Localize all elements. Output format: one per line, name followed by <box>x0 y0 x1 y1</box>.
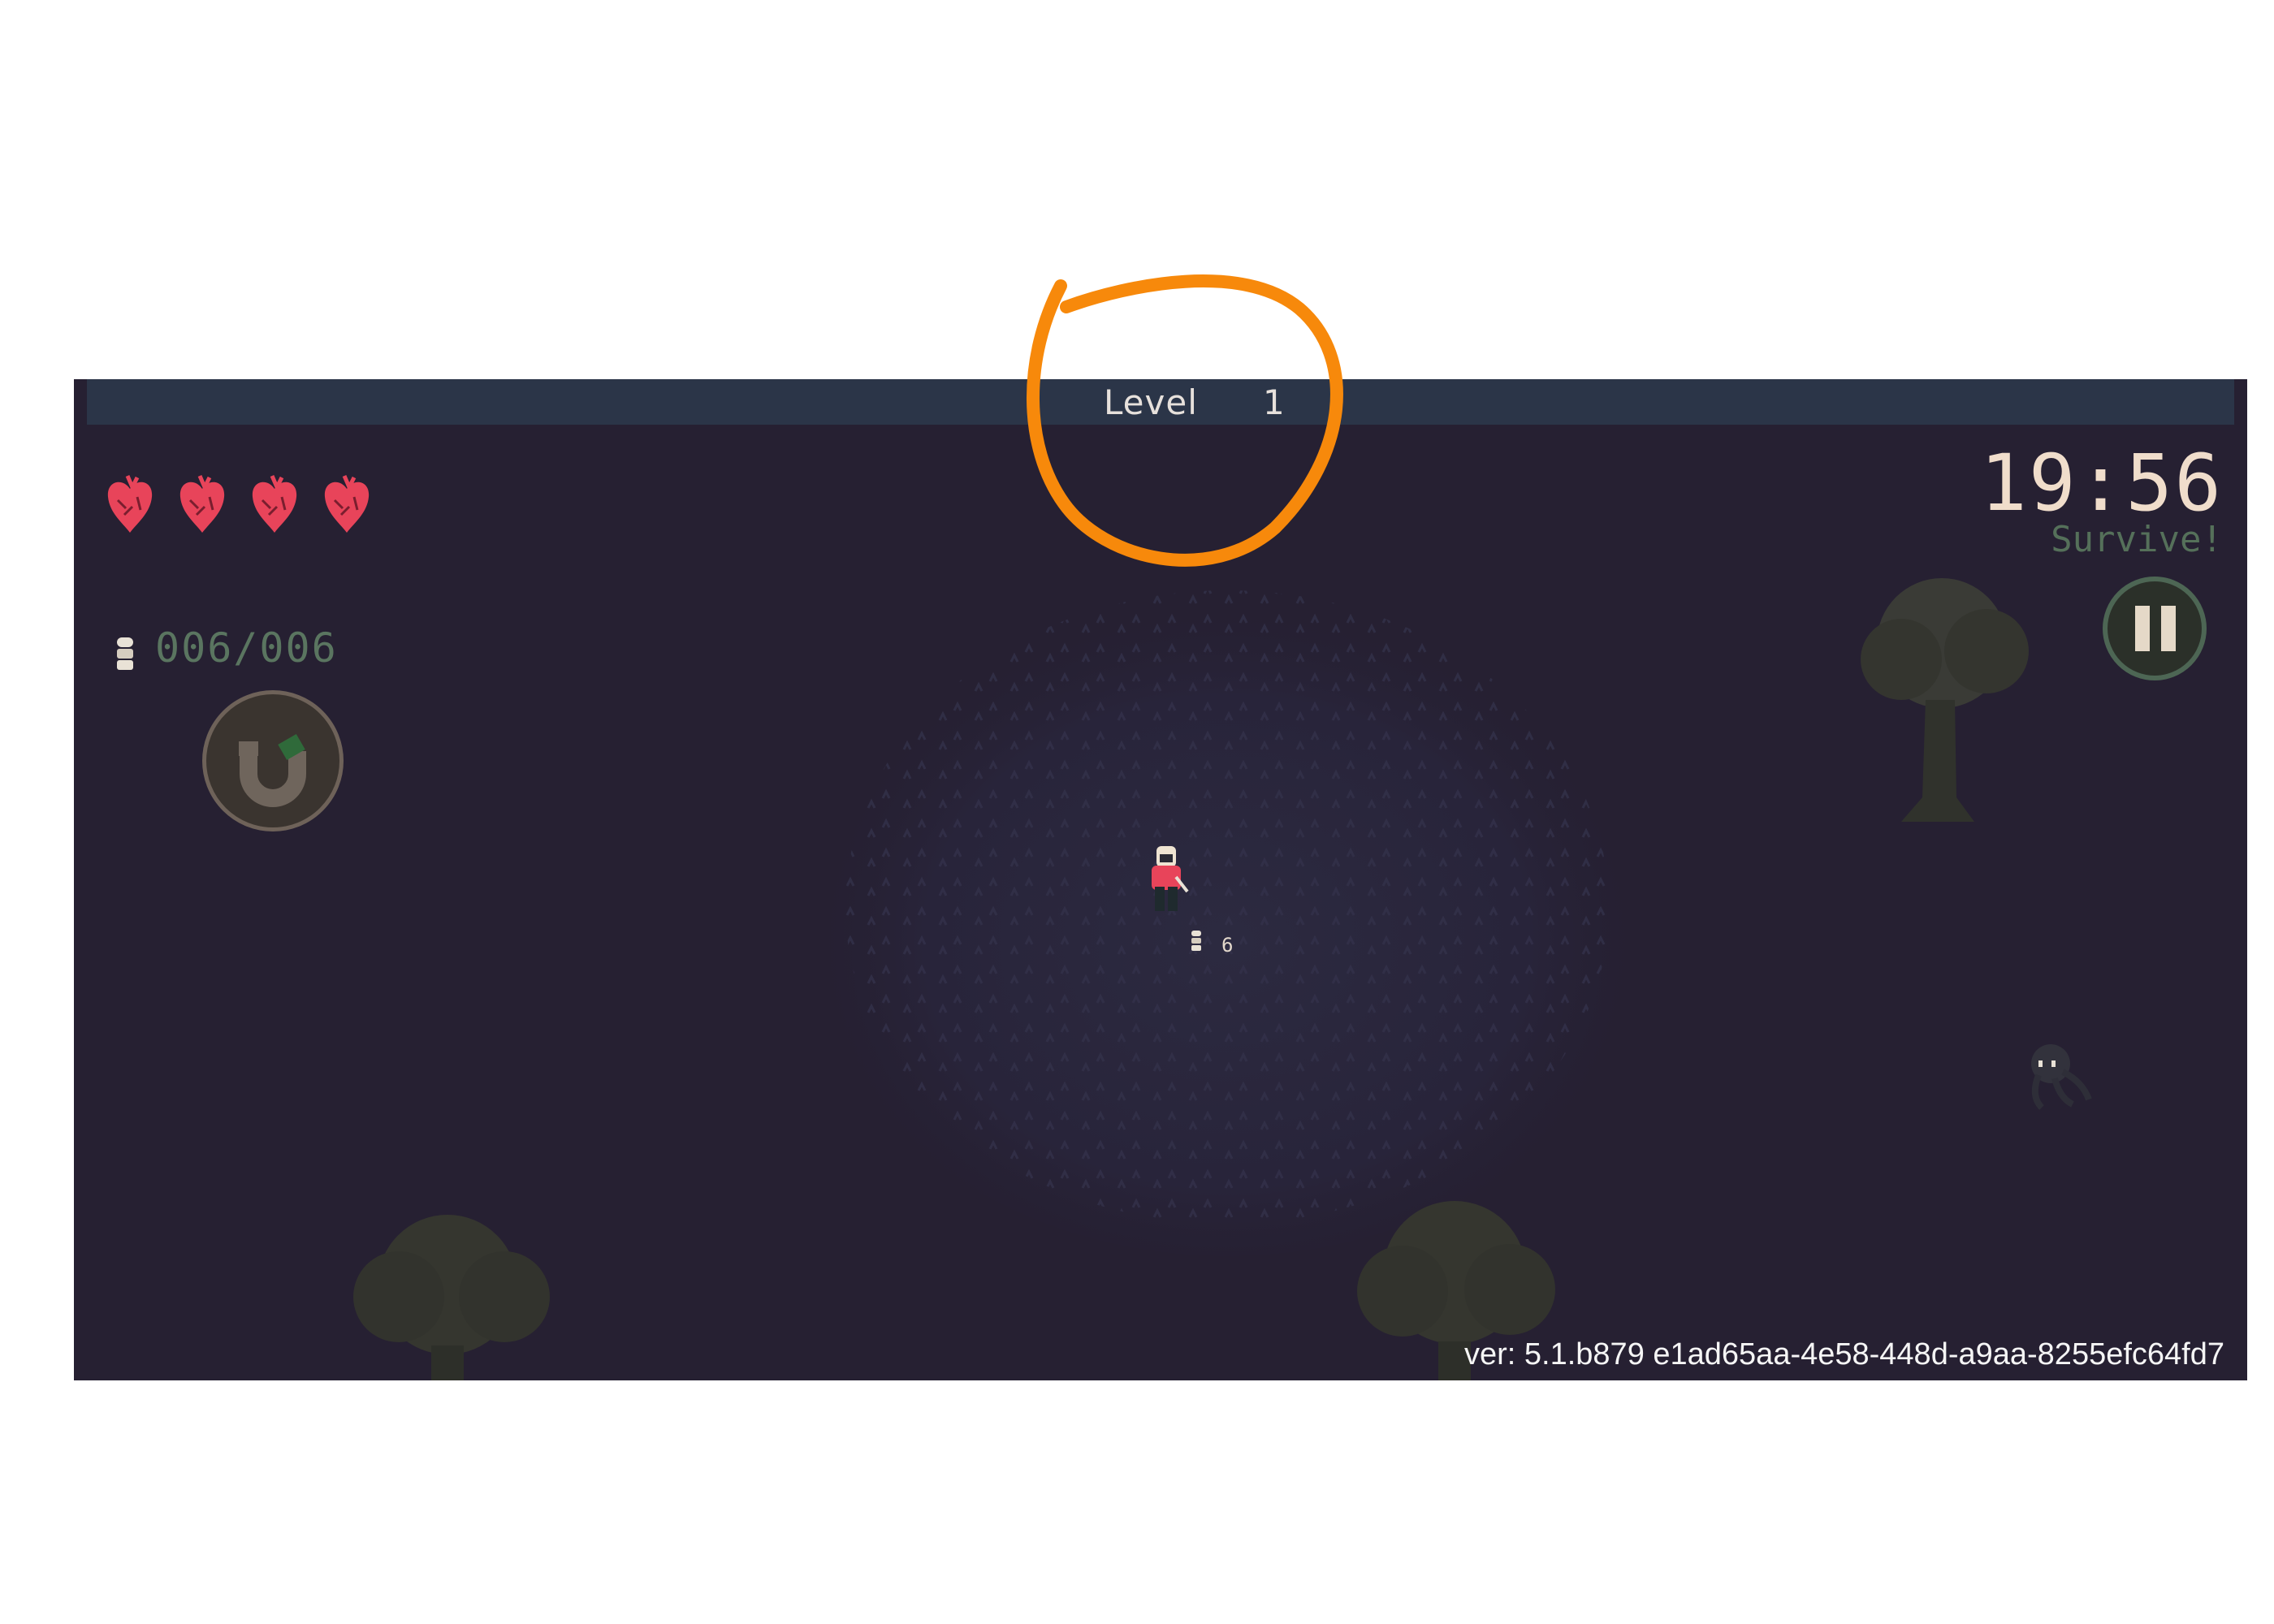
magnet-ability-button[interactable] <box>202 690 344 831</box>
pause-icon <box>2135 606 2150 651</box>
heart-icon <box>324 475 370 533</box>
player-character <box>1152 846 1189 911</box>
annotation-circle <box>1027 274 1343 567</box>
enemy-sprite <box>2031 1044 2092 1110</box>
bullet-icon <box>117 637 133 670</box>
page: Level 1 006/006 19:56 Survive! 6 ver: 5.… <box>0 0 2274 1624</box>
heart-icon <box>252 475 297 533</box>
heart-icon <box>107 475 153 533</box>
version-string: ver: 5.1.b879 e1ad65aa-4e58-448d-a9aa-82… <box>1464 1337 2224 1371</box>
ammo-count: 006/006 <box>155 624 338 672</box>
tree-sprite <box>353 1215 550 1380</box>
ammo-pickup-icon <box>1191 931 1201 951</box>
survival-timer: 19:56 <box>1980 438 2223 529</box>
heart-icon <box>179 475 225 533</box>
tree-sprite <box>1861 578 2029 822</box>
pause-button[interactable] <box>2103 577 2207 680</box>
pause-icon-bar <box>2161 606 2176 651</box>
ground-patch <box>797 558 1658 1256</box>
pickup-count: 6 <box>1221 934 1234 957</box>
objective-text: Survive! <box>2051 519 2223 560</box>
magnet-icon <box>239 733 306 807</box>
